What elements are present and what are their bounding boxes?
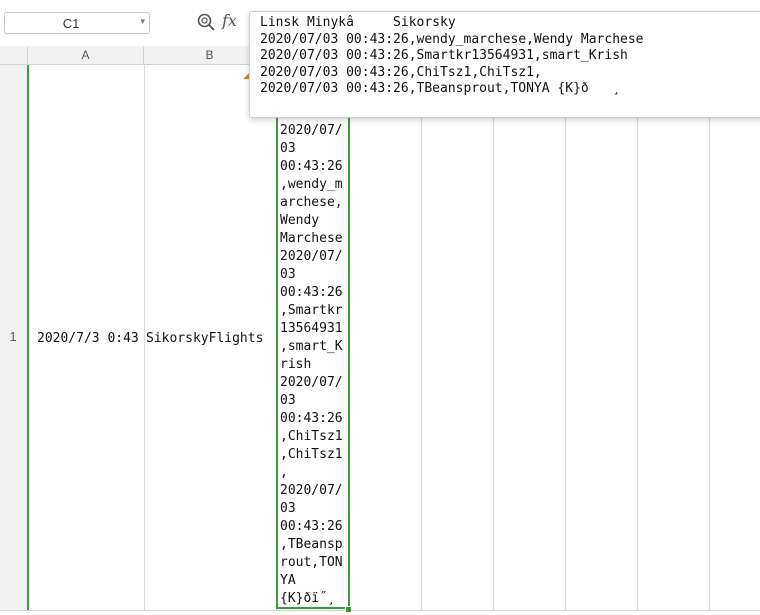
cell-c1-line: 13564931 [280,321,343,336]
popup-line: 2020/07/03 00:43:26,Smartkr13564931,smar… [260,48,628,63]
cell-c1-line: 03 [280,267,296,282]
grid-line [565,65,566,610]
popup-line: 2020/07/03 00:43:26,TBeansprout,TONYA {K… [260,81,621,96]
cell-c1-line: {K}ðï˝¸ [280,591,335,606]
chevron-down-icon[interactable]: ▾ [140,16,145,27]
grid-line [493,65,494,610]
cell-c1-line: ,smart_K [280,339,343,354]
name-box-value: C1 [62,16,80,31]
cell-c1-line: 2020/07/ [280,483,343,498]
cell-c1-line: Marchese [280,231,343,246]
row-header-1[interactable]: 1 [0,65,27,610]
grid-line [144,65,145,610]
cell-c1-line: 00:43:26 [280,519,343,534]
cell-c1-line: archese, [280,195,343,210]
grid-line [421,65,422,610]
function-icon[interactable]: fx [222,11,237,30]
cell-c1[interactable]: 2020/07/03 00:43:26 ,wendy_m archese, Wendy M… [276,64,350,609]
cell-c1-line: 03 [280,141,296,156]
cell-c1-line: rish [280,357,312,372]
grid-line [0,610,760,611]
cell-c1-line: 00:43:26 [280,411,343,426]
cell-c1-line: 2020/07/ [280,123,343,138]
cell-c1-line: ,TBeansp [280,537,343,552]
popup-line: 2020/07/03 00:43:26,wendy_marchese,Wendy… [260,31,644,47]
column-header-a[interactable]: A [28,46,144,64]
cell-c1-line: Wendy [280,213,320,228]
cell-c1-line: 2020/07/ [280,249,343,264]
cell-c1-line: ,ChiTsz1 [280,429,343,444]
cell-c1-line: YA [280,573,296,588]
zoom-formula-icon[interactable] [197,13,215,31]
cell-c1-line: rout,TON [280,555,343,570]
cell-content-popup: Linsk Minykâ Sikorsky 2020/07/03 00:43:26… [249,11,760,118]
select-all-corner[interactable] [0,46,28,64]
fill-handle[interactable] [345,606,352,613]
cell-c1-line: ,wendy_m [280,177,343,192]
cell-a1[interactable]: 2020/7/3 0:43 [37,331,139,346]
cell-c1-line: 00:43:26 [280,159,343,174]
cell-c1-line: 00:43:26 [280,285,343,300]
cell-c1-line: ,ChiTsz1 [280,447,343,462]
popup-line: 2020/07/03 00:43:26,ChiTsz1,ChiTsz1, [260,64,542,80]
row-number: 1 [9,329,17,344]
cell-c1-text: 2020/07/03 00:43:26 ,wendy_m archese, Wendy M… [280,122,343,608]
row-selection-indicator [27,65,29,610]
cell-c1-line: 03 [280,501,296,516]
cell-b1[interactable]: SikorskyFlights [146,331,263,346]
popup-line: Linsk Minykâ Sikorsky [260,15,456,30]
name-box[interactable]: C1 ▾ [4,12,150,34]
cell-c1-line: 03 [280,393,296,408]
cell-c1-line: ,Smartkr [280,303,343,318]
grid-line [709,65,710,610]
cell-c1-line: , [280,465,288,480]
grid-line [637,65,638,610]
cell-c1-line: 2020/07/ [280,375,343,390]
